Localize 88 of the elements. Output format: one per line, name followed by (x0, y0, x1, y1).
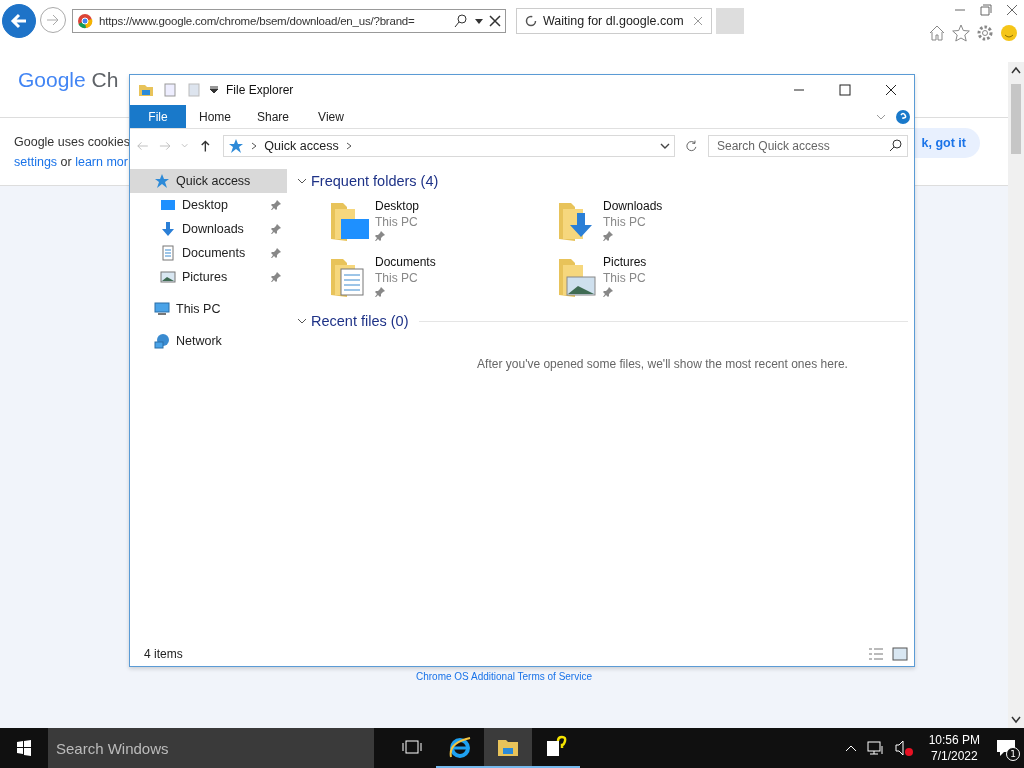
chevron-icon[interactable] (297, 176, 307, 186)
scroll-up-icon[interactable] (1011, 66, 1021, 74)
folder-icon (138, 82, 154, 98)
forward-arrow-icon (46, 13, 60, 27)
dropdown-icon[interactable] (660, 141, 671, 151)
nav-item[interactable]: Downloads (130, 217, 287, 241)
back-button[interactable] (2, 4, 36, 38)
large-icons-view-icon[interactable] (892, 646, 908, 662)
help-document-icon (544, 735, 568, 759)
back-arrow-icon (10, 12, 28, 30)
picture-icon (160, 269, 176, 285)
scroll-thumb[interactable] (1011, 84, 1021, 154)
empty-message: After you've opened some files, we'll show the most recent ones here. (477, 357, 848, 371)
star-icon (154, 173, 170, 189)
pin-icon (375, 231, 385, 241)
nav-item[interactable]: Pictures (130, 265, 287, 289)
home-icon[interactable] (928, 24, 946, 42)
search-field[interactable]: Search Quick access (708, 135, 908, 157)
google-chrome-logo: Google Ch (18, 68, 119, 92)
cookie-link[interactable]: learn mor (75, 152, 128, 172)
search-icon (889, 139, 902, 152)
address-bar[interactable]: Quick access (223, 135, 676, 157)
ok-got-it-button[interactable]: k, got it (914, 128, 980, 158)
browser-tab[interactable]: Waiting for dl.google.com (516, 8, 712, 34)
chevron-icon[interactable] (297, 316, 307, 326)
taskbar-app[interactable] (484, 728, 532, 768)
scrollbar[interactable] (1008, 62, 1024, 728)
desktop-icon (160, 197, 176, 213)
pin-icon (603, 287, 613, 297)
clock[interactable]: 10:56 PM 7/1/2022 (928, 733, 980, 763)
address-bar[interactable]: https://www.google.com/chrome/bsem/download/en_us/?brand= (72, 9, 506, 33)
folder-tile[interactable]: Downloads This PC (555, 199, 783, 243)
network-icon (154, 333, 170, 349)
computer-icon (154, 301, 170, 317)
close-icon[interactable] (1006, 4, 1018, 16)
taskbar-search-field[interactable]: Search Windows (48, 728, 374, 768)
network-icon[interactable] (866, 740, 885, 756)
document-icon (160, 245, 176, 261)
cookie-text: or (59, 154, 73, 171)
settings-icon[interactable] (976, 24, 994, 42)
maximize-icon (839, 84, 851, 96)
folder-tile[interactable]: Desktop This PC (327, 199, 555, 243)
chevron-icon (344, 142, 353, 150)
nav-item[interactable]: Desktop (130, 193, 287, 217)
task-view-icon (402, 739, 422, 755)
star-icon (228, 138, 245, 154)
pin-icon (271, 272, 281, 282)
internet-explorer-icon (448, 735, 472, 759)
download-icon (160, 221, 176, 237)
folder-tile[interactable]: Documents This PC (327, 255, 555, 299)
chrome-logo-icon (77, 13, 93, 29)
ribbon-tab[interactable]: Share (244, 105, 302, 128)
close-icon (885, 84, 897, 96)
volume-muted-icon[interactable] (894, 740, 913, 756)
folder-tile[interactable]: Pictures This PC (555, 255, 783, 299)
ribbon-tab[interactable]: View (302, 105, 360, 128)
star-icon[interactable] (952, 24, 970, 42)
section-title[interactable]: Recent files (0) (311, 313, 409, 329)
nav-item[interactable]: This PC (130, 297, 287, 321)
ribbon-tab[interactable]: File (130, 105, 186, 128)
nav-item[interactable]: Documents (130, 241, 287, 265)
chevron-icon (250, 142, 259, 150)
nav-item[interactable]: Quick access (130, 169, 287, 193)
pin-icon (271, 248, 281, 258)
search-icon[interactable] (453, 13, 469, 29)
pin-icon (603, 231, 613, 241)
item-count: 4 items (144, 647, 183, 661)
loading-icon (525, 15, 537, 27)
cookie-text: Google uses cookies (14, 134, 131, 151)
dropdown-icon[interactable] (210, 86, 218, 94)
ribbon-tab[interactable]: Home (186, 105, 244, 128)
restore-icon[interactable] (980, 4, 992, 16)
up-arrow-icon[interactable] (198, 139, 212, 153)
cookie-link[interactable]: settings (14, 152, 58, 172)
refresh-icon[interactable] (685, 139, 698, 153)
smiley-icon[interactable] (1000, 24, 1018, 42)
windows-logo-icon (16, 740, 32, 756)
terms-link[interactable]: Chrome OS Additional Terms of Service (416, 671, 592, 682)
pin-icon (375, 287, 385, 297)
pin-icon (271, 224, 281, 234)
close-icon[interactable] (489, 15, 501, 27)
help-icon[interactable] (896, 109, 910, 124)
scroll-down-icon[interactable] (1011, 716, 1021, 724)
nav-item[interactable]: Network (130, 329, 287, 353)
window-title: File Explorer (226, 83, 294, 97)
section-title[interactable]: Frequent folders (4) (311, 173, 439, 189)
pin-icon (271, 200, 281, 210)
dropdown-icon[interactable] (475, 17, 483, 25)
